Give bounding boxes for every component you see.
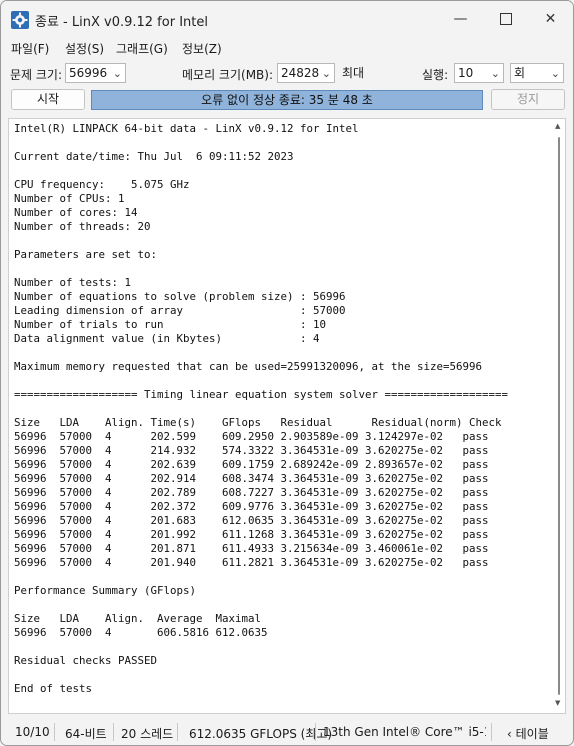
vertical-scrollbar[interactable]: ▲ ▼	[553, 119, 565, 713]
log-line: =================== Timing linear equati…	[14, 388, 509, 401]
log-line: Number of cores: 14	[14, 206, 138, 219]
log-line: Size LDA Align. Average Maximal	[14, 612, 262, 625]
runs-unit-value: 회	[514, 66, 526, 80]
maximize-button[interactable]	[483, 1, 528, 37]
memory-size-value: 24828	[281, 66, 320, 80]
log-line: Intel(R) LINPACK 64-bit data - LinX v0.9…	[14, 122, 359, 135]
log-line: 56996 57000 4 202.639 609.1759 2.689242e…	[14, 458, 489, 471]
close-icon: ✕	[544, 11, 557, 27]
log-line: Number of tests: 1	[14, 276, 132, 289]
max-memory-button[interactable]: 최대	[342, 64, 364, 81]
menu-bar: 파일(F) 설정(S) 그래프(G) 정보(Z)	[1, 37, 573, 59]
log-line: 56996 57000 4 201.871 611.4933 3.215634e…	[14, 542, 489, 555]
status-progress-bar: 오류 없이 정상 종료: 35 분 48 초	[91, 90, 483, 110]
start-button[interactable]: 시작	[11, 89, 85, 110]
status-divider	[491, 723, 492, 741]
status-runs: 10/10	[15, 725, 50, 739]
log-line: Data alignment value (in Kbytes) : 4	[14, 332, 320, 345]
log-line: 56996 57000 4 201.683 612.0635 3.364531e…	[14, 514, 489, 527]
log-line: Number of threads: 20	[14, 220, 151, 233]
log-line: 56996 57000 4 202.789 608.7227 3.364531e…	[14, 486, 489, 499]
log-line: Residual checks PASSED	[14, 654, 158, 667]
minimize-icon: —	[453, 11, 468, 27]
status-divider	[113, 723, 114, 741]
runs-label: 실행:	[422, 68, 449, 82]
chevron-down-icon: ⌄	[321, 67, 331, 80]
log-line: 56996 57000 4 202.599 609.2950 2.903589e…	[14, 430, 489, 443]
log-line: 56996 57000 4 201.992 611.1268 3.364531e…	[14, 528, 489, 541]
status-gflops: 612.0635 GFLOPS (최고)	[189, 727, 333, 741]
log-line: 56996 57000 4 606.5816 612.0635	[14, 626, 268, 639]
title-bar: 종료 - LinX v0.9.12 for Intel — ✕	[1, 1, 573, 37]
log-line: Size LDA Align. Time(s) GFlops Residual …	[14, 416, 502, 429]
linx-gear-icon	[11, 11, 29, 29]
problem-size-combo[interactable]: 56996 ⌄	[65, 63, 126, 83]
log-line: Leading dimension of array : 57000	[14, 304, 346, 317]
menu-file[interactable]: 파일(F)	[11, 40, 49, 57]
log-output[interactable]: ▲ ▼ Intel(R) LINPACK 64-bit data - LinX …	[8, 118, 566, 714]
menu-graph[interactable]: 그래프(G)	[116, 40, 168, 57]
log-line: Maximum memory requested that can be use…	[14, 360, 483, 373]
maximize-icon	[499, 13, 512, 25]
log-line: Parameters are set to:	[14, 248, 158, 261]
status-bits: 64-비트	[65, 727, 107, 741]
app-window: 종료 - LinX v0.9.12 for Intel — ✕ 파일(F) 설정…	[0, 0, 574, 746]
problem-size-label: 문제 크기:	[10, 68, 63, 82]
status-threads: 20 스레드	[121, 727, 174, 741]
table-toggle-button[interactable]: ‹ 테이블	[507, 725, 549, 742]
chevron-down-icon: ⌄	[112, 67, 122, 80]
close-button[interactable]: ✕	[528, 1, 573, 37]
status-bar: 10/10 64-비트 20 스레드 612.0635 GFLOPS (최고) …	[1, 719, 573, 745]
log-line: 56996 57000 4 202.372 609.9776 3.364531e…	[14, 500, 489, 513]
runs-count-combo[interactable]: 10 ⌄	[454, 63, 504, 83]
log-line: 56996 57000 4 201.940 611.2821 3.364531e…	[14, 556, 489, 569]
log-line: Current date/time: Thu Jul 6 09:11:52 20…	[14, 150, 294, 163]
scrollbar-thumb[interactable]	[558, 137, 560, 695]
parameter-controls: 문제 크기: 56996 ⌄ 메모리 크기(MB): 24828 ⌄ 최대 실행…	[1, 59, 573, 87]
chevron-down-icon: ⌄	[550, 67, 560, 80]
log-line: 56996 57000 4 202.914 608.3474 3.364531e…	[14, 472, 489, 485]
status-cpu: 13th Gen Intel® Core™ i5-13600	[323, 725, 486, 739]
status-divider	[315, 723, 316, 741]
log-line: Performance Summary (GFlops)	[14, 584, 197, 597]
log-line: Number of CPUs: 1	[14, 192, 125, 205]
log-line: End of tests	[14, 682, 93, 695]
runs-unit-combo[interactable]: 회 ⌄	[510, 63, 564, 83]
menu-info[interactable]: 정보(Z)	[182, 40, 222, 57]
log-line: Number of equations to solve (problem si…	[14, 290, 346, 303]
memory-size-combo[interactable]: 24828 ⌄	[277, 63, 335, 83]
status-divider	[177, 723, 178, 741]
scroll-down-icon[interactable]: ▼	[555, 699, 560, 707]
log-line: 56996 57000 4 214.932 574.3322 3.364531e…	[14, 444, 489, 457]
window-title: 종료 - LinX v0.9.12 for Intel	[35, 15, 208, 30]
status-divider	[54, 723, 55, 741]
menu-settings[interactable]: 설정(S)	[65, 40, 104, 57]
log-line: CPU frequency: 5.075 GHz	[14, 178, 190, 191]
action-bar: 시작 오류 없이 정상 종료: 35 분 48 초 정지	[1, 88, 573, 112]
minimize-button[interactable]: —	[438, 1, 483, 37]
log-line: Number of trials to run : 10	[14, 318, 327, 331]
problem-size-value: 56996	[69, 66, 108, 80]
stop-button[interactable]: 정지	[491, 89, 565, 110]
scroll-up-icon[interactable]: ▲	[555, 122, 560, 130]
runs-count-value: 10	[458, 66, 474, 80]
chevron-down-icon: ⌄	[490, 67, 500, 80]
memory-size-label: 메모리 크기(MB):	[182, 68, 274, 82]
